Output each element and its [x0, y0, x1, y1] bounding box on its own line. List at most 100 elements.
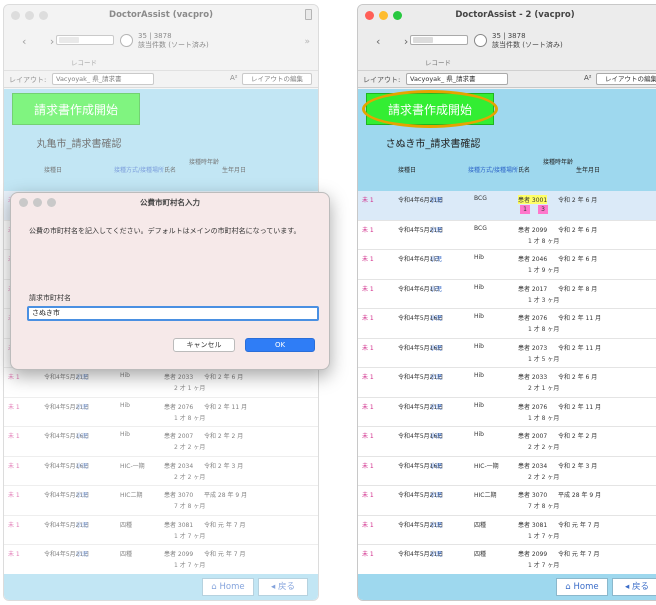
row-name: 患者 2099	[164, 551, 194, 558]
row-mark: 未 1	[8, 551, 20, 558]
row-dob: 令和 2 年 6 月	[558, 197, 598, 204]
table-row[interactable]: 未 1 令和4年5月21日 小児 HIC二期 患者 3070 平成 28 年 9 月7 才…	[4, 486, 318, 516]
table-row[interactable]: 未 1令和4年6月1日小児Hib患者 2046令和 2 年 6 月1 才 9 ヶ…	[358, 250, 656, 280]
row-age: 1 才 8 ヶ月	[528, 414, 560, 422]
row-age: 1 才 7 ヶ月	[528, 562, 560, 569]
row-type: 小児	[76, 403, 89, 411]
row-type: 小児	[430, 315, 443, 322]
row-vaccine: Hib	[474, 372, 484, 379]
home-button[interactable]: ⌂ Home	[556, 578, 608, 596]
row-name: 患者 2034	[164, 462, 194, 470]
table-row[interactable]: 未 1 令和4年5月16日 小児 HIC-一期 患者 2034 令和 2 年 3 月2 才…	[4, 457, 318, 486]
row-name: 患者 2033	[518, 374, 548, 381]
edit-layout-button[interactable]: レイアウトの編集	[242, 73, 312, 85]
table-row[interactable]: 未 1令和4年5月21日小児BCG患者 2099令和 2 年 6 月1 才 8 …	[358, 221, 656, 250]
table-row[interactable]: 未 1 令和4年5月16日 小児 Hib 患者 2007 令和 2 年 2 月2 才 2 …	[358, 427, 656, 457]
table-row[interactable]: 未 1 令和4年5月21日 小児 四種 患者 2099 令和 元 年 7 月1 才 7 ヶ…	[4, 545, 318, 575]
table-row[interactable]: 未 1 令和4年5月21日 小児 四種 患者 3081 令和 元 年 7 月1 才 7 ヶ…	[358, 516, 656, 545]
back-button[interactable]: ◂ 戻る	[612, 578, 656, 596]
table-row[interactable]: 未 1令和4年5月16日小児Hib患者 2073令和 2 年 11 月1 才 5…	[358, 339, 656, 368]
row-mark: 未 1	[8, 374, 20, 381]
row-age: 1 才 5 ヶ月	[528, 355, 560, 363]
table-row[interactable]: 未 1 令和4年5月21日 小児 HIC二期 患者 3070 平成 28 年 9 月7 才…	[358, 486, 656, 516]
row-age: 1 才 3 ヶ月	[528, 296, 560, 304]
slider-knob[interactable]	[413, 37, 433, 43]
row-name: 患者 2073	[518, 344, 548, 352]
layout-label: レイアウト:	[363, 76, 401, 84]
row-vaccine: Hib	[120, 431, 130, 438]
start-invoice-button[interactable]: 請求書作成開始	[366, 93, 494, 125]
col-header-dob: 生年月日	[576, 167, 601, 174]
row-type: 小児	[430, 403, 443, 411]
row-vaccine: 四種	[474, 551, 487, 558]
row-dob: 令和 元 年 7 月	[558, 551, 600, 558]
row-type: 小児	[430, 256, 443, 263]
window-right: DoctorAssist - 2 (vacpro) ‹ › 35 | 3878 …	[357, 4, 656, 601]
table-row[interactable]: 未 1令和4年6月21日小児BCG患者 3001令和 2 年 6 月1 才 8 …	[358, 191, 656, 221]
row-mark: 未 1	[8, 521, 20, 529]
row-mark: 未 1	[8, 462, 20, 470]
edit-layout-button[interactable]: レイアウトの編集	[596, 73, 656, 85]
row-type: 小児	[76, 551, 89, 558]
row-dob: 令和 2 年 6 月	[204, 374, 244, 381]
table-row[interactable]: 未 1令和4年6月1日小児Hib患者 2017令和 2 年 8 月1 才 3 ヶ…	[358, 280, 656, 309]
row-name: 患者 2007	[518, 433, 548, 440]
record-count-value: 35 | 3878	[492, 32, 526, 40]
text-size-icon[interactable]: A²	[584, 74, 592, 82]
municipality-input[interactable]: さぬき市	[27, 306, 319, 321]
table-row[interactable]: 未 1 令和4年5月21日 小児 Hib 患者 2033 令和 2 年 6 月2 才 1 …	[4, 368, 318, 398]
ok-button[interactable]: OK	[245, 338, 315, 352]
row-mark: 未 1	[362, 226, 374, 234]
col-header-type: 接種方式/接種場所	[468, 167, 519, 174]
record-slider[interactable]	[56, 35, 114, 45]
row-age: 1 才 9 ヶ月	[528, 267, 560, 274]
row-mark: 未 1	[362, 315, 374, 322]
table-row[interactable]: 未 1 令和4年5月21日 小児 Hib 患者 2076 令和 2 年 11 月1 才 8…	[358, 398, 656, 427]
row-age: 2 才 2 ヶ月	[174, 473, 206, 481]
row-mark: 未 1	[362, 403, 374, 411]
row-vaccine: 四種	[474, 521, 487, 529]
row-name: 患者 2099	[518, 551, 548, 558]
row-mark: 未 1	[362, 492, 374, 499]
col-header-dob: 生年月日	[222, 167, 247, 174]
table-row[interactable]: 未 1 令和4年5月16日 小児 Hib 患者 2007 令和 2 年 2 月2 才 2 …	[4, 427, 318, 457]
row-type: 小児	[430, 462, 443, 470]
row-vaccine: HIC-一期	[474, 462, 499, 470]
cancel-button[interactable]: キャンセル	[173, 338, 235, 352]
row-age: 2 才 2 ヶ月	[528, 473, 560, 481]
chevron-right-icon[interactable]: »	[304, 37, 310, 47]
table-row[interactable]: 未 1令和4年5月16日小児Hib患者 2076令和 2 年 11 月1 才 8…	[358, 309, 656, 339]
start-invoice-button[interactable]: 請求書作成開始	[12, 93, 140, 125]
row-vaccine: HIC二期	[474, 492, 497, 499]
layout-select[interactable]: Vacyoyak_ 県_請求書	[406, 73, 508, 85]
row-vaccine: Hib	[474, 313, 484, 320]
table-row[interactable]: 未 1 令和4年5月21日 小児 四種 患者 3081 令和 元 年 7 月1 才 7 ヶ…	[4, 516, 318, 545]
row-mark: 未 1	[8, 403, 20, 411]
dialog-title: 公費市町村名入力	[140, 198, 200, 207]
record-slider[interactable]	[410, 35, 468, 45]
row-vaccine: 四種	[120, 551, 133, 558]
back-button[interactable]: ◂ 戻る	[258, 578, 308, 596]
slider-knob[interactable]	[59, 37, 79, 43]
layout-select[interactable]: Vacyoyak_ 県_請求書	[52, 73, 154, 85]
row-type: 小児	[430, 551, 443, 558]
row-mark: 未 1	[362, 256, 374, 263]
table-row[interactable]: 未 1 令和4年5月21日 小児 Hib 患者 2033 令和 2 年 6 月2 才 1 …	[358, 368, 656, 398]
row-age: 1 才 7 ヶ月	[174, 562, 206, 569]
text-size-icon[interactable]: A²	[230, 74, 238, 82]
back-label: 戻る	[631, 582, 649, 592]
table-row[interactable]: 未 1 令和4年5月16日 小児 HIC-一期 患者 2034 令和 2 年 3 月2 才…	[358, 457, 656, 486]
home-label: Home	[573, 582, 599, 592]
row-dob: 令和 元 年 7 月	[558, 521, 600, 529]
record-list: 未 1令和4年6月21日小児BCG患者 3001令和 2 年 6 月1 才 8 …	[358, 191, 656, 600]
toolbar: ‹ › 35 | 3878 該当件数 (ソート済み) レコード »	[4, 25, 318, 71]
table-row[interactable]: 未 1 令和4年5月21日 小児 Hib 患者 2076 令和 2 年 11 月1 才 8…	[4, 398, 318, 427]
row-dob: 平成 28 年 9 月	[558, 492, 602, 499]
home-button[interactable]: ⌂ Home	[202, 578, 254, 596]
row-type: 小児	[430, 344, 443, 352]
row-age: 1 才 8 ヶ月	[174, 414, 206, 422]
back-label: 戻る	[277, 582, 295, 592]
page-header: 請求書作成開始 丸亀市_請求書確認 接種日 接種方式/接種場所 氏名 接種時年齢…	[4, 89, 318, 191]
table-row[interactable]: 未 1 令和4年5月21日 小児 四種 患者 2099 令和 元 年 7 月1 才 7 ヶ…	[358, 545, 656, 575]
record-label: レコード	[425, 59, 451, 67]
